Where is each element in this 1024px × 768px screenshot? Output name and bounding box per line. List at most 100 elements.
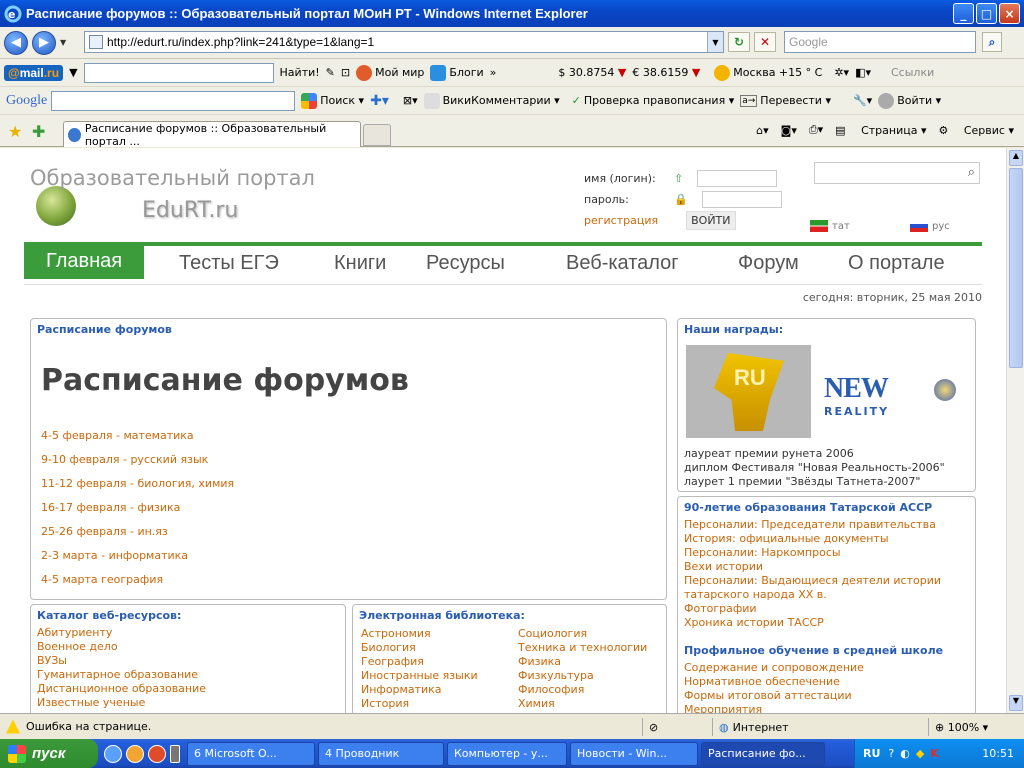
- google-login-button[interactable]: Войти ▾: [878, 92, 941, 109]
- menu-tests[interactable]: Тесты ЕГЭ: [179, 252, 279, 275]
- service-menu[interactable]: ⚙ Сервис ▾: [938, 124, 1014, 137]
- address-dropdown-icon[interactable]: ▼: [707, 32, 723, 52]
- anniversary-link[interactable]: Персоналии: Председатели правительства: [684, 518, 964, 532]
- profile-link[interactable]: Содержание и сопровождение: [684, 661, 975, 675]
- refresh-button[interactable]: ↻: [728, 32, 750, 52]
- zoom-control[interactable]: ⊕ 100% ▾: [928, 718, 988, 736]
- scroll-up-icon[interactable]: ▲: [1009, 150, 1023, 166]
- new-reality-logo[interactable]: NEW: [824, 373, 889, 405]
- explorer-quicklaunch-icon[interactable]: [126, 744, 144, 763]
- zoom-icon[interactable]: ⊡: [341, 66, 350, 79]
- profile-link[interactable]: Формы итоговой аттестации: [684, 689, 975, 703]
- google-search-input[interactable]: [51, 90, 296, 111]
- catalog-link[interactable]: Абитуриенту: [37, 626, 345, 640]
- wiki-comments-button[interactable]: ВикиКомментарии ▾: [423, 92, 560, 109]
- status-text[interactable]: Ошибка на странице.: [26, 720, 151, 733]
- tools-icon[interactable]: ✲▾: [834, 66, 849, 79]
- library-link[interactable]: Физика: [518, 655, 647, 669]
- print-icon[interactable]: ⎙▾: [809, 123, 823, 137]
- vertical-scrollbar[interactable]: ▲ ▼: [1006, 148, 1024, 713]
- quicklaunch-more-icon[interactable]: [170, 744, 180, 763]
- scroll-thumb[interactable]: [1009, 168, 1023, 368]
- task-news[interactable]: Новости - Win...: [570, 741, 698, 766]
- add-favorites-icon[interactable]: ✚: [32, 122, 45, 141]
- task-schedule[interactable]: Расписание фо...: [701, 741, 825, 766]
- anniversary-link[interactable]: Хроника истории ТАССР: [684, 616, 964, 630]
- my-world-button[interactable]: Мой мир: [356, 64, 424, 81]
- menu-catalog[interactable]: Веб-каталог: [566, 252, 679, 275]
- password-input[interactable]: [701, 191, 782, 208]
- back-tray-icon[interactable]: ◐: [900, 747, 910, 760]
- library-link[interactable]: Техника и технологии: [518, 641, 647, 655]
- library-link[interactable]: История: [361, 697, 478, 711]
- profile-link[interactable]: Мероприятия: [684, 703, 975, 713]
- library-link[interactable]: Физкультура: [518, 669, 647, 683]
- search-icon[interactable]: ⌕: [968, 165, 975, 180]
- forward-button[interactable]: ▶: [32, 30, 56, 55]
- antivirus-icon[interactable]: K: [930, 747, 939, 760]
- menu-resources[interactable]: Ресурсы: [426, 252, 505, 275]
- home-icon[interactable]: ⌂▾: [756, 124, 769, 137]
- runet-award-image[interactable]: RU: [686, 345, 811, 438]
- profile-title[interactable]: Профильное обучение в средней школе: [684, 644, 969, 657]
- library-link[interactable]: Иностранные языки: [361, 669, 478, 683]
- more-chevron-icon[interactable]: »: [490, 66, 497, 79]
- anniversary-link[interactable]: История: официальные документы: [684, 532, 964, 546]
- bluetooth-icon[interactable]: ◆: [916, 747, 924, 760]
- feeds-icon[interactable]: ◙▾: [781, 124, 797, 137]
- catalog-link[interactable]: Военное дело: [37, 640, 345, 654]
- library-link[interactable]: Химия: [518, 697, 647, 711]
- login-input[interactable]: [697, 170, 778, 187]
- minimize-button[interactable]: _: [953, 3, 974, 24]
- catalog-link[interactable]: Дистанционное образование: [37, 682, 345, 696]
- menu-about[interactable]: О портале: [848, 252, 945, 275]
- maximize-button[interactable]: □: [976, 3, 997, 24]
- menu-books[interactable]: Книги: [334, 252, 386, 275]
- translate-icon[interactable]: ◧▾: [855, 66, 871, 79]
- pencil-icon[interactable]: ✎: [326, 66, 335, 79]
- site-search-input[interactable]: ⌕: [814, 162, 980, 184]
- login-button[interactable]: ВОЙТИ: [686, 211, 736, 230]
- new-tab-button[interactable]: [363, 124, 391, 146]
- anniversary-title[interactable]: 90-летие образования Татарской АССР: [684, 501, 969, 514]
- catalog-link[interactable]: ВУЗы: [37, 654, 345, 668]
- ie-quicklaunch-icon[interactable]: [104, 744, 122, 763]
- register-link[interactable]: регистрация: [584, 214, 658, 227]
- mailru-search-input[interactable]: [83, 62, 274, 83]
- scroll-down-icon[interactable]: ▼: [1009, 695, 1023, 711]
- stop-button[interactable]: ✕: [754, 32, 776, 52]
- mailru-menu-icon[interactable]: ▼: [69, 66, 77, 79]
- address-bar[interactable]: http://edurt.ru/index.php?link=241&type=…: [84, 31, 724, 53]
- menu-home[interactable]: Главная: [24, 246, 145, 279]
- breadcrumb[interactable]: Расписание форумов: [37, 323, 660, 336]
- popup-blocker-icon[interactable]: ⊠▾: [403, 94, 418, 107]
- search-icon[interactable]: ⌕: [982, 32, 1002, 52]
- tab-active[interactable]: Расписание форумов :: Образовательный по…: [63, 121, 361, 148]
- library-link[interactable]: Философия: [518, 683, 647, 697]
- anniversary-link[interactable]: Персоналии: Выдающиеся деятели истории т…: [684, 574, 964, 602]
- task-explorer[interactable]: 4 Проводник: [318, 741, 444, 766]
- back-button[interactable]: ◀: [4, 30, 28, 55]
- page-menu[interactable]: ▤ Страница ▾: [835, 124, 926, 137]
- translate-button[interactable]: a→ Перевести ▾: [740, 94, 831, 107]
- library-link[interactable]: География: [361, 655, 478, 669]
- add-icon[interactable]: ✚▾: [370, 93, 389, 109]
- lang-rus[interactable]: рус: [910, 220, 950, 232]
- help-icon[interactable]: ?: [888, 747, 894, 760]
- address-input[interactable]: http://edurt.ru/index.php?link=241&type=…: [107, 35, 707, 49]
- weather[interactable]: Москва +15 ° С: [714, 64, 822, 81]
- wrench-icon[interactable]: 🔧▾: [853, 94, 872, 107]
- language-indicator[interactable]: RU: [863, 747, 880, 760]
- mailru-logo[interactable]: @mail.ru: [4, 64, 64, 81]
- chrome-quicklaunch-icon[interactable]: [148, 744, 166, 763]
- blogs-button[interactable]: Блоги: [430, 64, 484, 81]
- catalog-link[interactable]: Гуманитарное образование: [37, 668, 345, 682]
- library-link[interactable]: Социология: [518, 627, 647, 641]
- task-word[interactable]: 6 Microsoft O...: [187, 741, 315, 766]
- tatnet-star-icon[interactable]: [934, 379, 956, 401]
- favorites-star-icon[interactable]: ★: [8, 122, 22, 141]
- library-link[interactable]: Биология: [361, 641, 478, 655]
- catalog-link[interactable]: Известные ученые: [37, 696, 345, 710]
- menu-forum[interactable]: Форум: [738, 252, 799, 275]
- profile-link[interactable]: Нормативное обеспечение: [684, 675, 975, 689]
